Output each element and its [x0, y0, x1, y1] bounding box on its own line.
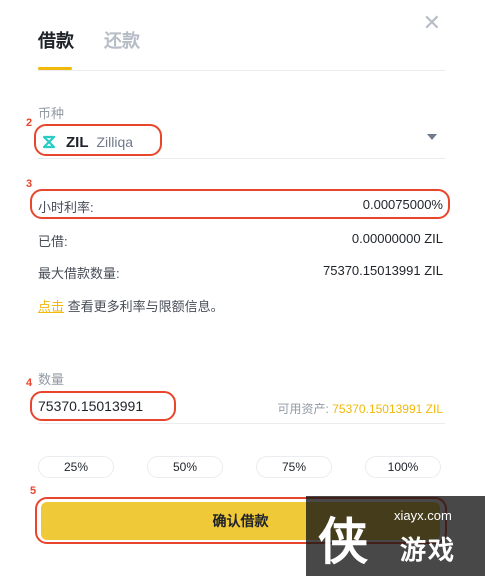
amount-section-label: 数量: [38, 372, 65, 387]
annotation-3: 3: [26, 178, 33, 190]
tab-borrow[interactable]: 借款: [38, 27, 74, 53]
coin-name: Zilliqa: [96, 134, 134, 150]
watermark-url: xiayx.com: [394, 508, 452, 523]
borrowed-label: 已借:: [38, 234, 68, 249]
chevron-down-icon[interactable]: [427, 134, 437, 140]
max-borrow-label: 最大借款数量:: [38, 266, 120, 281]
coin-section-label: 币种: [38, 106, 65, 121]
tab-divider: [38, 70, 445, 71]
coin-select-underline: [38, 158, 445, 159]
coin-symbol: ZIL: [66, 133, 89, 151]
coin-select[interactable]: ZIL Zilliqa: [40, 129, 160, 155]
hourly-rate-value: 0.00075000%: [362, 197, 443, 212]
borrowed-value: 0.00000000 ZIL: [351, 231, 443, 246]
percent-50-button[interactable]: 50%: [147, 456, 223, 478]
max-borrow-value: 75370.15013991 ZIL: [323, 263, 443, 278]
available-value: 75370.15013991 ZIL: [332, 402, 443, 416]
amount-input[interactable]: 75370.15013991: [38, 398, 143, 414]
more-info-description: 查看更多利率与限额信息。: [67, 299, 224, 314]
annotation-5: 5: [30, 485, 37, 497]
percent-25-button[interactable]: 25%: [38, 456, 114, 478]
annotation-2: 2: [26, 117, 33, 129]
percent-75-button[interactable]: 75%: [256, 456, 332, 478]
available-label: 可用资产:: [277, 402, 329, 416]
percent-100-button[interactable]: 100%: [365, 456, 441, 478]
more-info-text: 点击 查看更多利率与限额信息。: [38, 296, 224, 315]
annotation-4: 4: [26, 377, 33, 389]
close-icon[interactable]: ✕: [423, 12, 441, 34]
amount-underline: [38, 423, 445, 424]
available-assets: 可用资产: 75370.15013991 ZIL: [278, 400, 443, 417]
zilliqa-icon: [40, 133, 58, 151]
hourly-rate-label: 小时利率:: [38, 200, 94, 215]
tab-repay[interactable]: 还款: [104, 27, 140, 53]
more-info-link[interactable]: 点击: [38, 299, 64, 314]
watermark-logo: 侠: [318, 512, 368, 571]
watermark-text: 游戏: [400, 535, 457, 565]
